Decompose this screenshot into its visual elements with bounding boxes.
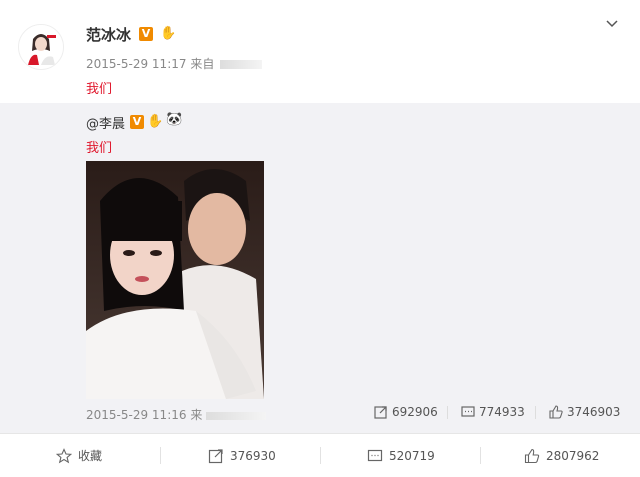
verified-v-icon: V xyxy=(130,115,144,129)
repost-button-count: 376930 xyxy=(230,448,276,463)
like-button-count: 2807962 xyxy=(546,448,600,463)
repost-photo[interactable] xyxy=(86,161,264,399)
post-meta: 2015-5-29 11:17 来自 xyxy=(86,55,263,72)
fan-hand-icon: ✋ xyxy=(160,26,177,41)
comment-count-value: 774933 xyxy=(479,405,525,419)
chevron-down-icon[interactable] xyxy=(606,18,618,30)
repost-icon xyxy=(374,406,387,419)
like-icon xyxy=(524,448,540,463)
repost-meta: 2015-5-29 11:16 来 xyxy=(86,406,267,423)
divider xyxy=(480,447,481,464)
comment-icon xyxy=(367,449,383,461)
star-icon xyxy=(56,447,72,463)
repost-icon xyxy=(208,448,223,463)
avatar-image xyxy=(19,25,63,69)
repost-count-value: 692906 xyxy=(392,405,438,419)
verified-v-icon: V xyxy=(139,27,153,41)
comment-icon xyxy=(461,406,475,417)
repost-button[interactable]: 376930 xyxy=(208,434,276,477)
comment-button-count: 520719 xyxy=(389,448,435,463)
selfie-image xyxy=(86,161,264,399)
divider xyxy=(160,447,161,464)
repost-text: 我们 xyxy=(86,141,113,156)
divider xyxy=(535,406,536,419)
post-text: 我们 xyxy=(86,82,113,97)
divider xyxy=(320,447,321,464)
repost-count[interactable]: 692906 xyxy=(374,405,438,419)
like-button[interactable]: 2807962 xyxy=(524,434,599,477)
like-count-value: 3746903 xyxy=(567,405,621,419)
post-username[interactable]: 范冰冰 xyxy=(86,24,131,45)
comment-count[interactable]: 774933 xyxy=(461,405,525,419)
action-bar: 收藏 376930 520719 2807962 xyxy=(0,433,640,477)
post-header: 范冰冰 V ✋ 2015-5-29 11:17 来自 我们 xyxy=(0,0,640,103)
blurred-source xyxy=(206,411,267,420)
like-count[interactable]: 3746903 xyxy=(549,405,620,419)
post-timestamp[interactable]: 2015-5-29 11:17 来自 xyxy=(86,57,214,71)
repost-block: @李晨 V ✋ 🐼 我们 2015-5-29 11:16 来 692906 77… xyxy=(0,103,640,433)
avatar[interactable] xyxy=(18,24,64,70)
favorite-button[interactable]: 收藏 xyxy=(56,434,102,477)
like-icon xyxy=(549,405,563,419)
panda-icon: 🐼 xyxy=(166,112,183,127)
fan-hand-icon: ✋ xyxy=(147,114,164,129)
repost-author[interactable]: @李晨 xyxy=(86,113,125,132)
blurred-source xyxy=(220,60,263,69)
repost-timestamp[interactable]: 2015-5-29 11:16 来 xyxy=(86,408,202,422)
comment-button[interactable]: 520719 xyxy=(367,434,435,477)
favorite-label: 收藏 xyxy=(78,449,103,463)
divider xyxy=(447,406,448,419)
